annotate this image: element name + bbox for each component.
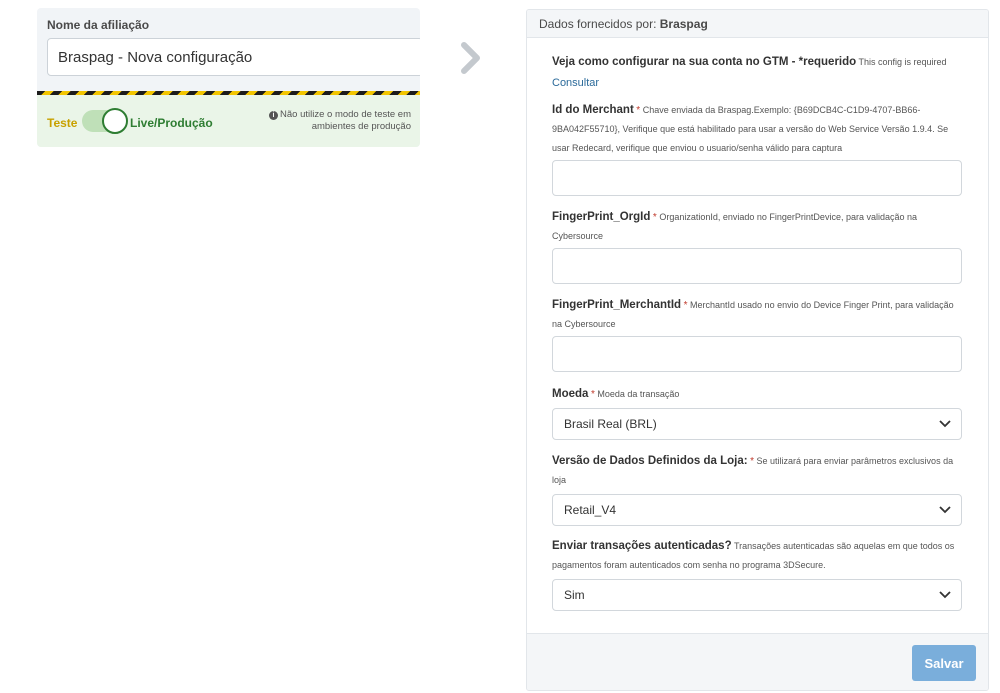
chevron-down-icon bbox=[939, 591, 951, 599]
fingerprint-merchantid-label: FingerPrint_MerchantId * MerchantId usad… bbox=[552, 296, 962, 334]
mode-toggle[interactable] bbox=[82, 108, 128, 134]
required-marker: * bbox=[636, 105, 641, 116]
required-marker: * bbox=[590, 389, 595, 400]
currency-select[interactable]: Brasil Real (BRL) bbox=[552, 408, 962, 440]
save-button[interactable]: Salvar bbox=[912, 645, 976, 681]
merchant-id-label: Id do Merchant * Chave enviada da Braspa… bbox=[552, 101, 962, 158]
mode-warning-note: i Não utilize o modo de teste em ambiente… bbox=[261, 109, 411, 133]
affiliation-card: Nome da afiliação Teste Live/Produção iN… bbox=[37, 8, 420, 147]
consultar-link[interactable]: Consultar bbox=[552, 77, 599, 89]
store-data-version-label: Versão de Dados Definidos da Loja: * Se … bbox=[552, 452, 962, 490]
store-data-version-value: Retail_V4 bbox=[564, 503, 617, 517]
gtm-note: This config is required bbox=[858, 57, 947, 67]
authenticated-transactions-value: Sim bbox=[564, 588, 585, 602]
authenticated-transactions-select[interactable]: Sim bbox=[552, 579, 962, 611]
provider-name: Braspag bbox=[659, 17, 708, 31]
merchant-id-title: Id do Merchant bbox=[552, 104, 634, 116]
fingerprint-orgid-field: FingerPrint_OrgId * OrganizationId, envi… bbox=[552, 208, 962, 284]
test-mode-label[interactable]: Teste bbox=[47, 116, 77, 130]
fingerprint-merchantid-input[interactable] bbox=[552, 336, 962, 372]
required-marker: * bbox=[652, 212, 657, 223]
authenticated-transactions-field: Enviar transações autenticadas? Transaçõ… bbox=[552, 537, 962, 611]
currency-select-value: Brasil Real (BRL) bbox=[564, 417, 657, 431]
info-circle-icon: i bbox=[269, 111, 279, 120]
affiliation-name-input[interactable] bbox=[47, 38, 420, 76]
required-marker: * bbox=[683, 300, 688, 311]
merchant-id-field: Id do Merchant * Chave enviada da Braspa… bbox=[552, 101, 962, 196]
gtm-config-field: Veja como configurar na sua conta no GTM… bbox=[552, 53, 962, 93]
gtm-title: Veja como configurar na sua conta no GTM… bbox=[552, 56, 857, 68]
panel-footer: Salvar bbox=[527, 633, 988, 690]
affiliation-name-label: Nome da afiliação bbox=[47, 18, 150, 32]
fingerprint-orgid-input[interactable] bbox=[552, 248, 962, 284]
panel-header-text: Dados fornecidos por: Braspag bbox=[539, 17, 708, 31]
gtm-config-line: Veja como configurar na sua conta no GTM… bbox=[552, 53, 962, 72]
store-data-version-title: Versão de Dados Definidos da Loja: bbox=[552, 455, 748, 467]
mode-row: Teste Live/Produção i Não utilize o modo … bbox=[37, 95, 420, 147]
authenticated-transactions-title: Enviar transações autenticadas? bbox=[552, 540, 732, 552]
required-marker: * bbox=[750, 456, 754, 467]
currency-help: Moeda da transação bbox=[597, 389, 680, 399]
provider-prefix: Dados fornecidos por: bbox=[539, 17, 657, 31]
toggle-knob[interactable] bbox=[102, 108, 128, 134]
chevron-down-icon bbox=[939, 420, 951, 428]
authenticated-transactions-label: Enviar transações autenticadas? Transaçõ… bbox=[552, 537, 962, 575]
chevron-down-icon bbox=[939, 506, 951, 514]
fingerprint-orgid-label: FingerPrint_OrgId * OrganizationId, envi… bbox=[552, 208, 962, 246]
store-data-version-select[interactable]: Retail_V4 bbox=[552, 494, 962, 526]
panel-header: Dados fornecidos por: Braspag bbox=[527, 10, 988, 38]
fingerprint-orgid-title: FingerPrint_OrgId bbox=[552, 211, 651, 223]
fingerprint-merchantid-field: FingerPrint_MerchantId * MerchantId usad… bbox=[552, 296, 962, 372]
currency-title: Moeda bbox=[552, 388, 589, 400]
merchant-id-input[interactable] bbox=[552, 160, 962, 196]
mode-warning-text: Não utilize o modo de teste em ambientes… bbox=[280, 109, 411, 132]
currency-field: Moeda * Moeda da transação Brasil Real (… bbox=[552, 385, 962, 440]
provider-config-panel: Dados fornecidos por: Braspag Veja como … bbox=[526, 9, 989, 691]
store-data-version-field: Versão de Dados Definidos da Loja: * Se … bbox=[552, 452, 962, 526]
currency-label: Moeda * Moeda da transação bbox=[552, 385, 962, 404]
gtm-link-row: Consultar bbox=[552, 72, 962, 93]
fingerprint-merchantid-title: FingerPrint_MerchantId bbox=[552, 299, 682, 311]
chevron-right-icon bbox=[461, 42, 480, 74]
live-mode-label[interactable]: Live/Produção bbox=[130, 116, 213, 130]
